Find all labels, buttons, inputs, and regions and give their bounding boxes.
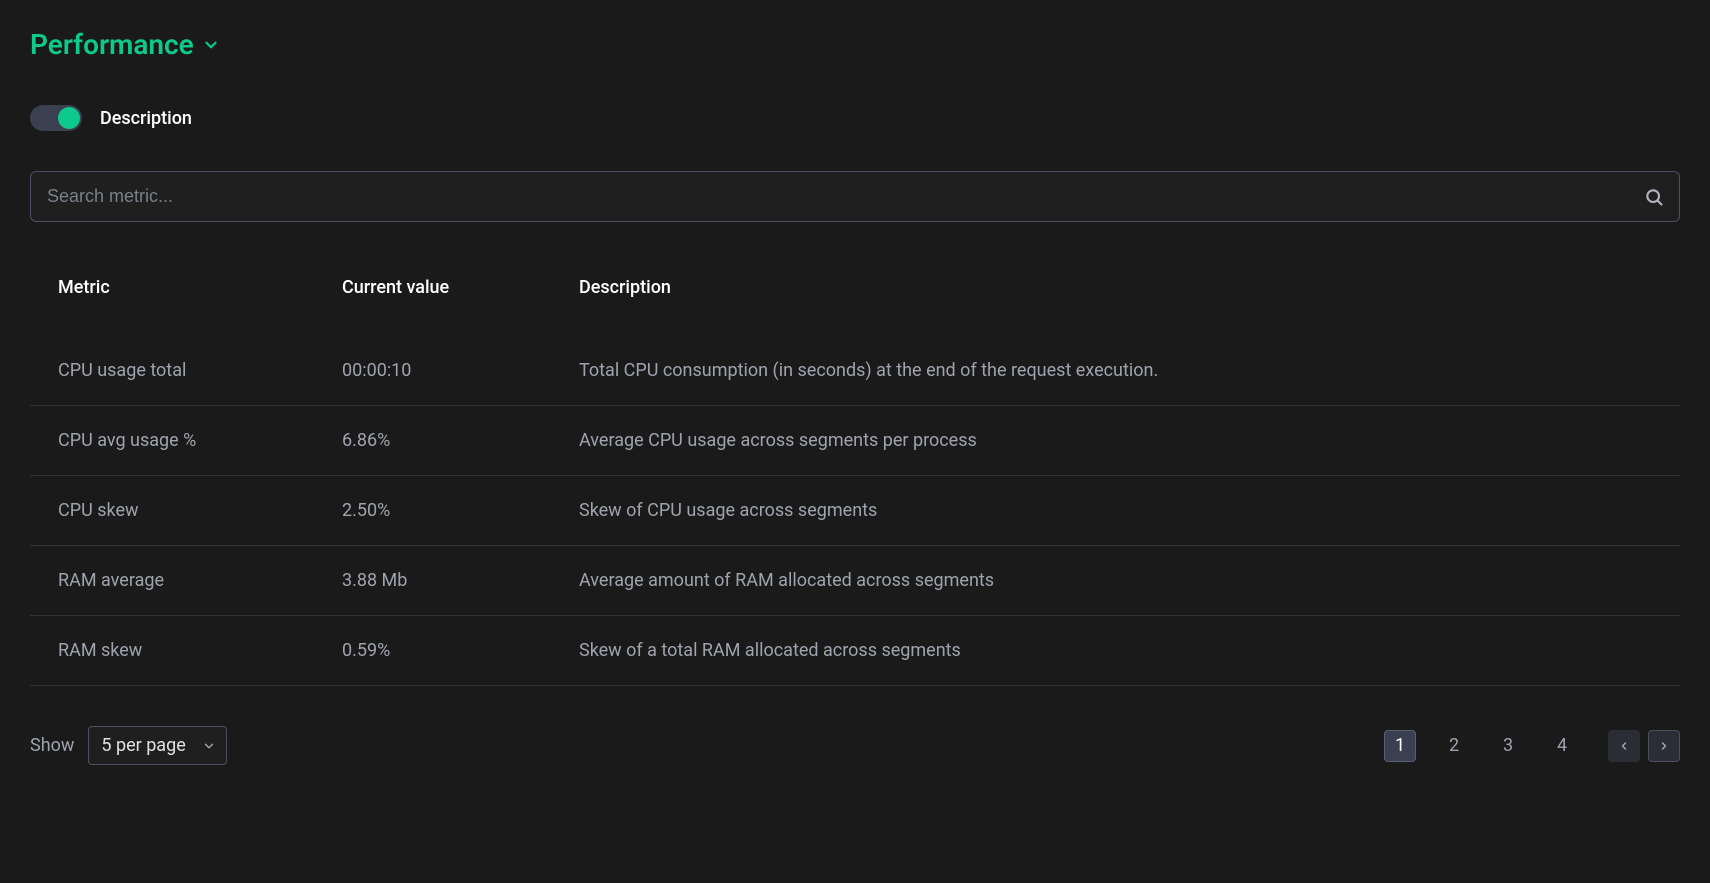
header-value: Current value [342,277,579,298]
chevron-down-icon [202,739,216,753]
metrics-table: Metric Current value Description CPU usa… [30,277,1680,686]
table-row: CPU avg usage %6.86%Average CPU usage ac… [30,406,1680,476]
cell-value: 6.86% [342,430,579,451]
chevron-down-icon [202,36,220,54]
cell-description: Total CPU consumption (in seconds) at th… [579,360,1652,381]
header-metric: Metric [58,277,342,298]
description-toggle-row: Description [30,105,1680,131]
cell-metric: CPU usage total [58,360,342,381]
page-button-2[interactable]: 2 [1438,730,1470,762]
table-row: CPU skew2.50%Skew of CPU usage across se… [30,476,1680,546]
page-title-row[interactable]: Performance [30,28,1680,61]
table-row: RAM skew0.59%Skew of a total RAM allocat… [30,616,1680,686]
toggle-knob [58,107,80,129]
cell-description: Average amount of RAM allocated across s… [579,570,1652,591]
page-button-1[interactable]: 1 [1384,730,1416,762]
cell-metric: RAM average [58,570,342,591]
table-row: RAM average3.88 MbAverage amount of RAM … [30,546,1680,616]
page-button-3[interactable]: 3 [1492,730,1524,762]
cell-description: Skew of a total RAM allocated across seg… [579,640,1652,661]
cell-metric: RAM skew [58,640,342,661]
cell-metric: CPU avg usage % [58,430,342,451]
page-size-select[interactable]: 5 per page [88,726,226,765]
prev-page-button[interactable] [1608,730,1640,762]
next-page-button[interactable] [1648,730,1680,762]
search-icon[interactable] [1644,187,1664,207]
search-input[interactable] [30,171,1680,222]
header-description: Description [579,277,1652,298]
show-label: Show [30,735,74,756]
cell-description: Average CPU usage across segments per pr… [579,430,1652,451]
toggle-label: Description [100,108,192,129]
cell-value: 00:00:10 [342,360,579,381]
search-wrapper [30,171,1680,222]
description-toggle[interactable] [30,105,82,131]
pagination: 1234 [1384,730,1680,762]
cell-value: 3.88 Mb [342,570,579,591]
table-row: CPU usage total00:00:10Total CPU consump… [30,336,1680,406]
cell-value: 2.50% [342,500,579,521]
page-button-4[interactable]: 4 [1546,730,1578,762]
page-size-value: 5 per page [101,735,185,756]
table-header-row: Metric Current value Description [30,277,1680,336]
cell-value: 0.59% [342,640,579,661]
show-group: Show 5 per page [30,726,227,765]
cell-description: Skew of CPU usage across segments [579,500,1652,521]
cell-metric: CPU skew [58,500,342,521]
page-title: Performance [30,28,194,61]
table-footer: Show 5 per page 1234 [30,726,1680,765]
